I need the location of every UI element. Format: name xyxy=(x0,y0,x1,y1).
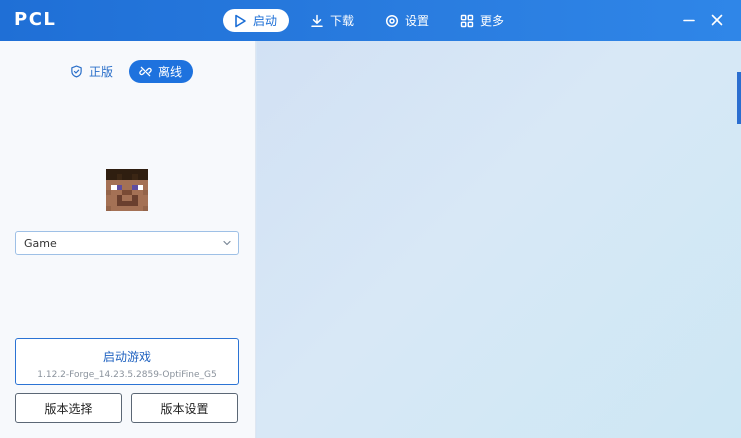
mode-offline-label: 离线 xyxy=(158,65,183,79)
player-skin-avatar xyxy=(106,169,148,211)
launch-game-label: 启动游戏 xyxy=(102,350,151,364)
version-select-button[interactable]: 版本选择 xyxy=(15,393,122,423)
mode-official-button[interactable]: 正版 xyxy=(60,60,123,83)
launch-game-button[interactable]: 启动游戏 1.12.2-Forge_14.23.5.2859-OptiFine_… xyxy=(15,338,239,385)
nav-download-label: 下载 xyxy=(330,14,355,28)
download-icon xyxy=(310,14,324,28)
main-content-area xyxy=(257,41,741,438)
profile-select[interactable]: Game xyxy=(15,231,239,255)
version-settings-button[interactable]: 版本设置 xyxy=(131,393,238,423)
link-off-icon xyxy=(139,65,152,78)
mode-offline-button[interactable]: 离线 xyxy=(129,60,193,83)
nav-settings-label: 设置 xyxy=(405,14,430,28)
mode-official-label: 正版 xyxy=(89,65,114,79)
nav-download[interactable]: 下载 xyxy=(300,9,364,32)
scroll-edge-indicator xyxy=(737,72,741,124)
shield-check-icon xyxy=(70,65,83,78)
play-icon xyxy=(233,14,247,28)
sidebar: 正版 离线 Game 启动游戏 1.12.2-Forge_14.23.5.285… xyxy=(0,41,256,438)
title-bar: PCL 启动 下载 设置 更多 xyxy=(0,0,741,41)
nav-launch-label: 启动 xyxy=(253,14,278,28)
nav-settings[interactable]: 设置 xyxy=(375,9,439,32)
nav-launch[interactable]: 启动 xyxy=(223,9,289,32)
app-logo: PCL xyxy=(14,9,57,30)
minimize-button[interactable] xyxy=(679,10,699,30)
close-icon xyxy=(710,13,724,27)
launch-version-label: 1.12.2-Forge_14.23.5.2859-OptiFine_G5 xyxy=(37,370,217,380)
chevron-down-icon xyxy=(222,238,232,248)
close-button[interactable] xyxy=(707,10,727,30)
profile-select-value: Game xyxy=(24,236,57,250)
minimize-icon xyxy=(682,13,696,27)
grid-icon xyxy=(460,14,474,28)
nav-more[interactable]: 更多 xyxy=(450,9,514,32)
nav-more-label: 更多 xyxy=(480,14,505,28)
gear-icon xyxy=(385,14,399,28)
